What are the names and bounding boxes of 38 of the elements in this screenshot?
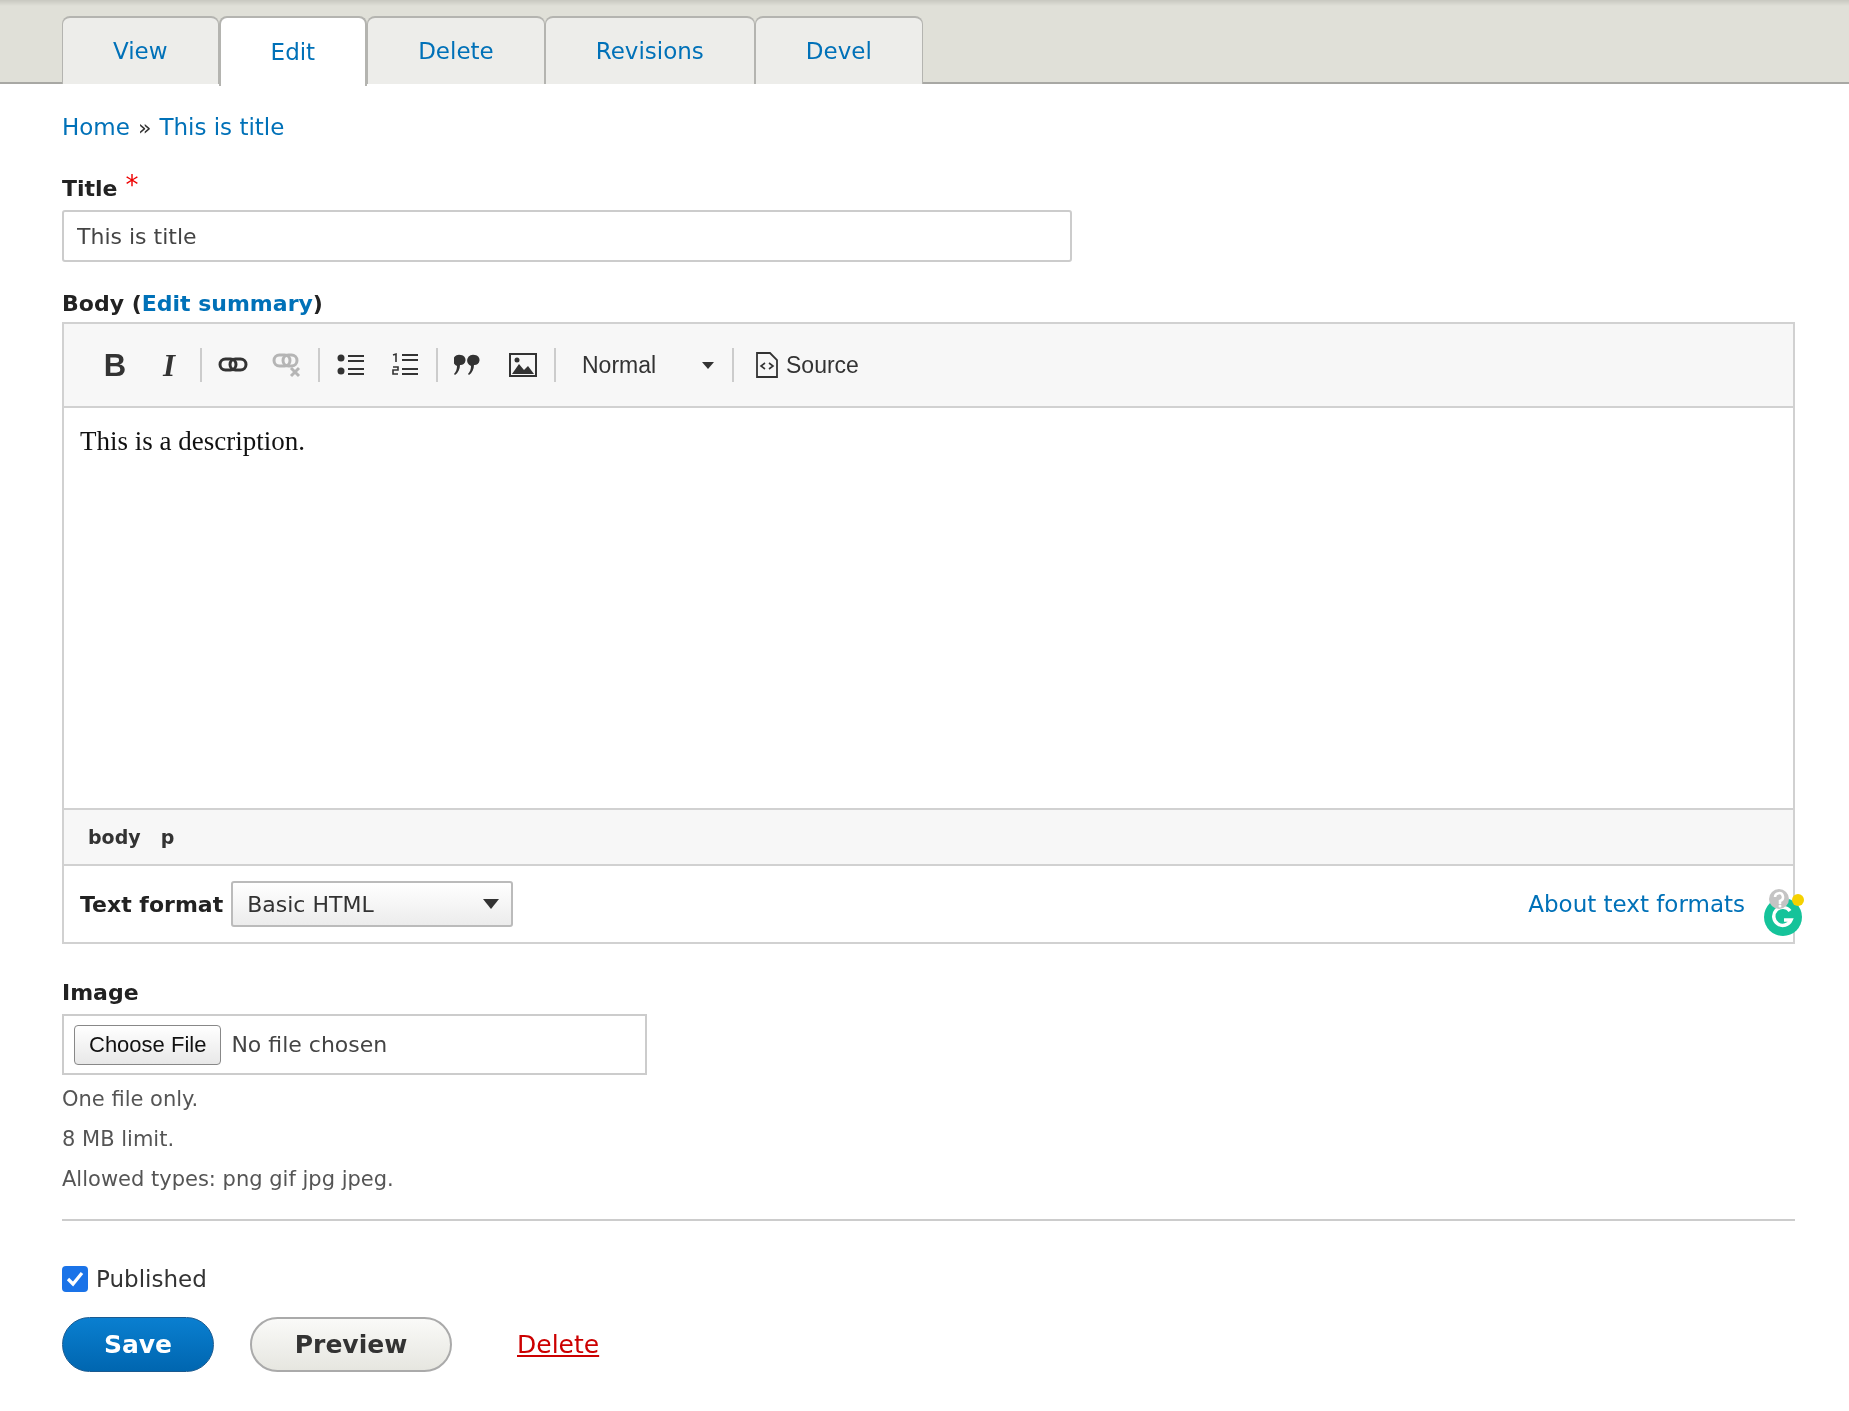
tab[interactable]: Edit (218, 16, 368, 86)
paragraph-format-dropdown[interactable]: Normal (560, 343, 728, 387)
file-status: No file chosen (231, 1032, 388, 1057)
text-format-select[interactable]: Basic HTML (231, 881, 514, 927)
field-label: Image (62, 979, 139, 1005)
required-marker: * (125, 176, 139, 194)
edit-summary-link[interactable]: Edit summary (141, 290, 313, 316)
tab[interactable]: Devel (754, 16, 923, 84)
caret-icon (702, 361, 714, 369)
file-upload-field[interactable]: Choose File No file chosen (62, 1014, 647, 1075)
element-path-item[interactable]: body (88, 826, 141, 848)
help-text: One file only. (62, 1086, 200, 1113)
field-label: Title (62, 176, 118, 201)
field-label: Body ( (62, 290, 142, 316)
help-text: 8 MB limit. (62, 1126, 176, 1153)
italic-button[interactable]: I (142, 343, 196, 387)
title-input[interactable]: This is title (62, 210, 1072, 262)
help-text: Allowed types: png gif jpg jpeg. (62, 1166, 395, 1193)
published-checkbox[interactable] (62, 1266, 88, 1292)
source-button[interactable]: Source (738, 343, 871, 387)
checkbox-label: Published (96, 1266, 207, 1292)
field-label: Text format (80, 891, 224, 917)
document-code-icon (756, 352, 778, 378)
breadcrumb-link[interactable]: This is title (159, 114, 285, 140)
bold-button[interactable]: B (88, 343, 142, 387)
breadcrumb-link[interactable]: Home (62, 114, 130, 140)
delete-link[interactable]: Delete (517, 1330, 600, 1359)
field-label-end: ) (312, 290, 323, 316)
save-button[interactable]: Save (62, 1317, 214, 1372)
preview-button[interactable]: Preview (250, 1317, 452, 1372)
tab[interactable]: Delete (367, 16, 545, 84)
choose-file-button[interactable]: Choose File (74, 1024, 222, 1065)
tab[interactable]: View (62, 16, 219, 84)
about-text-formats-link[interactable]: About text formats (1528, 891, 1745, 917)
breadcrumb-separator: » (137, 114, 152, 140)
element-path-item[interactable]: p (160, 826, 175, 848)
tab[interactable]: Revisions (544, 16, 755, 84)
caret-icon (483, 899, 500, 909)
